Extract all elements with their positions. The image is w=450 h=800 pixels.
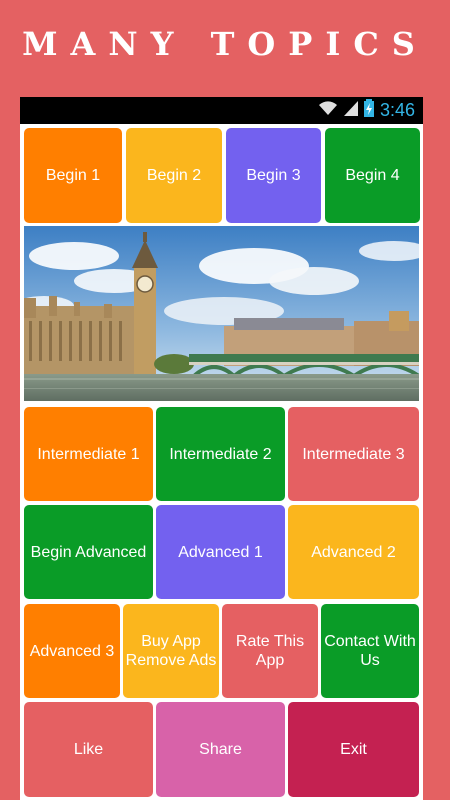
exit-button[interactable]: Exit [288,702,419,797]
begin-4-button[interactable]: Begin 4 [325,128,420,223]
advanced-3-button[interactable]: Advanced 3 [24,604,120,698]
signal-icon [343,100,358,121]
advanced-2-button[interactable]: Advanced 2 [288,505,419,599]
begin-3-button[interactable]: Begin 3 [226,128,321,223]
share-button[interactable]: Share [156,702,285,797]
wifi-icon [318,100,338,121]
begin-advanced-button[interactable]: Begin Advanced [24,505,153,599]
begin-2-button[interactable]: Begin 2 [126,128,222,223]
buy-app-remove-ads-button[interactable]: Buy App Remove Ads [123,604,219,698]
advanced-1-button[interactable]: Advanced 1 [156,505,285,599]
begin-1-button[interactable]: Begin 1 [24,128,122,223]
phone-screen: 3:46 Begin 1 Begin 2 Begin 3 Begin 4 Int… [20,97,423,800]
contact-with-us-button[interactable]: Contact With Us [321,604,419,698]
rate-this-app-button[interactable]: Rate This App [222,604,318,698]
status-bar: 3:46 [20,97,423,124]
intermediate-2-button[interactable]: Intermediate 2 [156,407,285,501]
like-button[interactable]: Like [24,702,153,797]
status-time: 3:46 [379,100,415,120]
london-skyline-image [24,226,419,401]
intermediate-1-button[interactable]: Intermediate 1 [24,407,153,501]
app-header-title: MANY TOPICS [22,25,428,63]
intermediate-3-button[interactable]: Intermediate 3 [288,407,419,501]
battery-charging-icon [363,99,374,122]
